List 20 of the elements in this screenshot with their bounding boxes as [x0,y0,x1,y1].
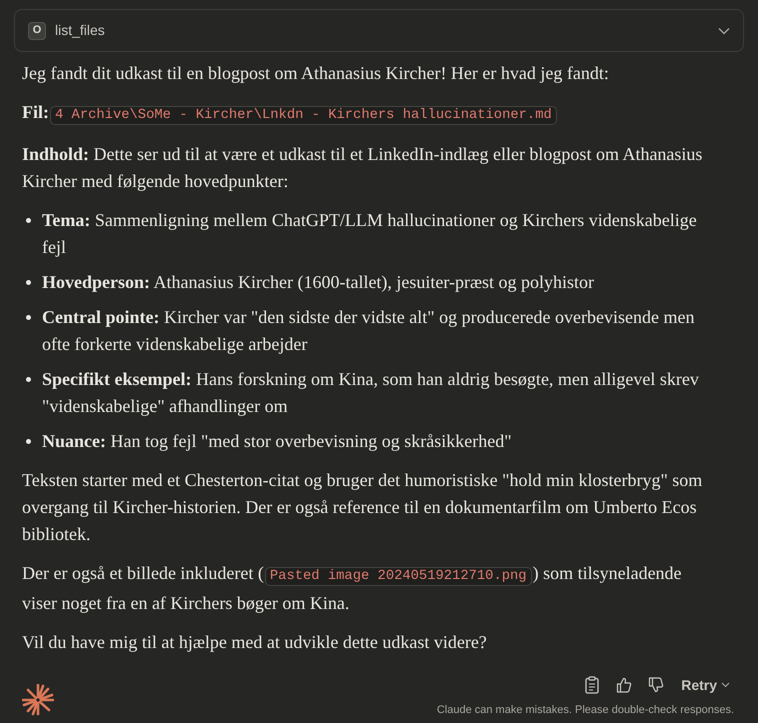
message-paragraph: Teksten starter med et Chesterton-citat og bruger det humoristiske "hold min klosterbryg" som overgang til Kircher-historien. Der er også reference til en dokumentarfilm om Umberto Ecos bibliotek. [22,469,704,546]
message-paragraph: Indhold: Dette ser ud til at være et udkast til et LinkedIn-indlæg eller blogpost om Athanasius Kircher med følgende hovedpunkter: [22,143,704,193]
tool-call-panel[interactable]: O list_files [14,9,744,52]
disclaimer-text: Claude can make mistakes. Please double-check responses. [436,703,735,718]
bullet-text: Central pointe: Kircher var "den sidste der vidste alt" og producerede overbevisende men ofte forkerte videnskabelige arbejder [42,306,696,356]
bullet-text: Tema: Sammenligning mellem ChatGPT/LLM hallucinationer og Kirchers videnskabelige fejl [42,209,698,259]
inline-code: 4 Archive\SoMe - Kircher\Lnkdn - Kirchers hallucinationer.md [50,106,557,125]
inline-code: Pasted image 20240519212710.png [264,567,532,586]
bullet-text: Hovedperson: Athanasius Kircher (1600-tallet), jesuiter-præst og polyhistor [42,271,594,294]
message-paragraph: Fil: 4 Archive\SoMe - Kircher\Lnkdn - Kirchers hallucinationer.md [22,99,720,129]
message-paragraph: Der er også et billede inkluderet ( Pasted image 20240519212710.png ) som tilsyneladende viser noget fra en af Kirchers bøger om Kina. [22,562,683,615]
bullet-text: Nuance: Han tog fejl "med stor overbevisning og skråsikkerhed" [42,430,512,453]
caret-icon [721,682,730,688]
retry-button[interactable]: Retry [675,672,736,698]
message-paragraph: Vil du have mig til at hjælpe med at udvikle dette udkast videre? [22,631,488,654]
tool-letter-icon: O [28,22,46,40]
logo-icon [22,684,54,716]
tool-name: list_files [55,21,106,40]
message-paragraph: Jeg fandt dit udkast til en blogpost om Athanasius Kircher! Her er hvad jeg fandt: [22,62,610,85]
bullet-text: Specifikt eksempel: Hans forskning om Kina, som han aldrig besøgte, men alligevel skrev "videnskabelige" afhandlinger om [42,368,700,418]
